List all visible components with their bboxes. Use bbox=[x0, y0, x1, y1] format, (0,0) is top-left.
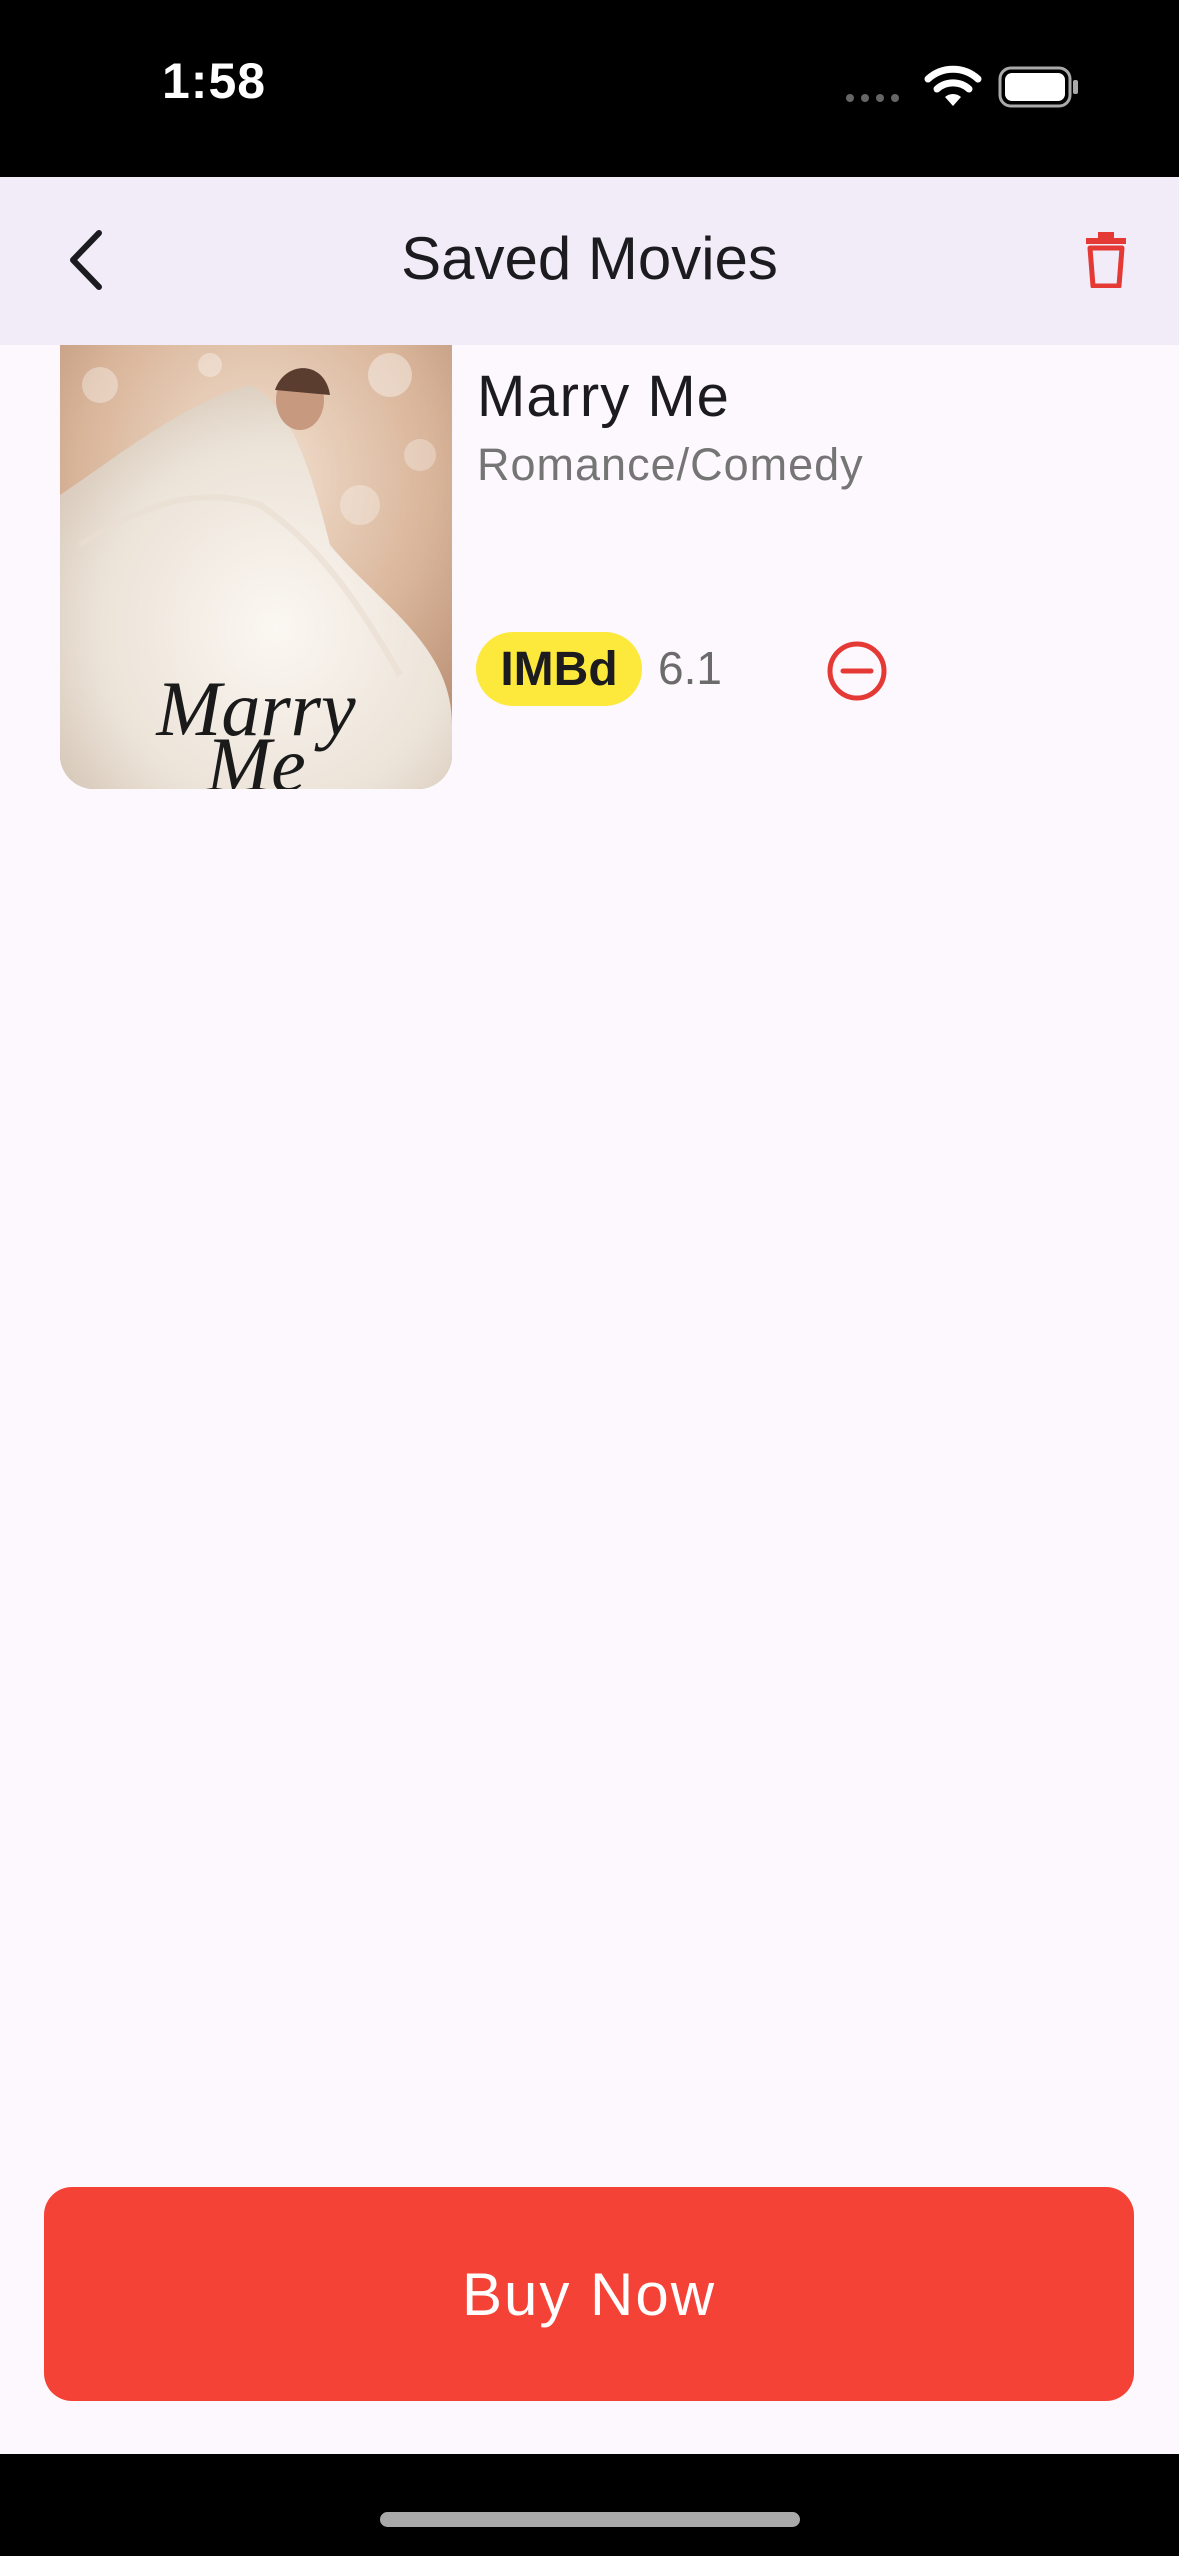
battery-icon bbox=[998, 66, 1078, 108]
saved-movies-screen: 1:58 Saved Movies Marry Me Marry Me Roma… bbox=[0, 0, 1179, 2556]
trash-icon bbox=[1086, 232, 1126, 288]
poster-image: Marry Me bbox=[60, 345, 452, 789]
status-time: 1:58 bbox=[162, 53, 267, 109]
poster-title-line2: Me bbox=[205, 721, 306, 789]
home-indicator[interactable] bbox=[380, 2512, 800, 2527]
page-title: Saved Movies bbox=[401, 225, 778, 292]
remove-movie-button[interactable] bbox=[822, 636, 892, 706]
movie-title: Marry Me bbox=[477, 364, 730, 429]
saved-movie-item[interactable]: Marry Me Marry Me Romance/Comedy IMBd 6.… bbox=[0, 345, 1179, 790]
app-bar: Saved Movies bbox=[0, 177, 1179, 345]
imdb-badge: IMBd bbox=[476, 632, 642, 706]
buy-now-button[interactable]: Buy Now bbox=[44, 2187, 1134, 2401]
status-bar: 1:58 bbox=[0, 0, 1179, 177]
movie-genre: Romance/Comedy bbox=[477, 439, 864, 490]
delete-all-button[interactable] bbox=[1076, 225, 1136, 295]
wifi-icon bbox=[924, 65, 982, 106]
home-indicator-bar bbox=[0, 2454, 1179, 2556]
minus-circle-icon bbox=[827, 641, 887, 701]
movie-rating: 6.1 bbox=[658, 642, 722, 694]
movie-poster: Marry Me bbox=[60, 345, 452, 789]
signal-dots-icon bbox=[846, 94, 899, 102]
